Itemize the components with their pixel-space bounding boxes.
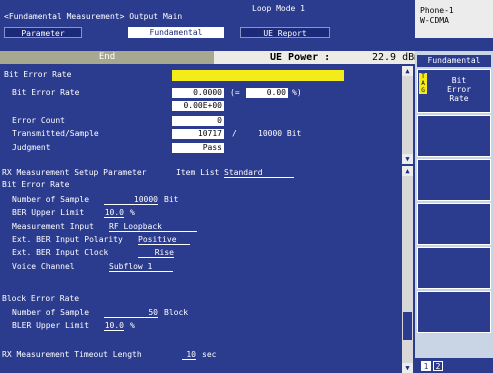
page-1-button[interactable]: 1 [421,361,431,371]
tab-bar: Parameter Fundamental UE Report [0,27,415,38]
scroll-thumb[interactable] [403,312,412,340]
phone-indicator: Phone-1 W-CDMA [415,0,493,38]
ext-clock-label: Ext. BER Input Clock [12,248,109,257]
softkey-5[interactable] [417,247,491,289]
softkey-panel: Fundamental T A G Bit Error Rate 1 2 [415,51,493,373]
scroll-down-icon[interactable]: ▼ [402,363,413,373]
sample-total: 10000 Bit [258,129,302,138]
tx-sample-label: Transmitted/Sample [12,129,99,138]
ber-panel-scrollbar[interactable]: ▲ ▼ [402,66,413,164]
scroll-up-icon[interactable]: ▲ [402,66,413,76]
num-sample-unit: Bit [164,195,179,204]
judgment-label: Judgment [12,143,51,152]
meas-input-label: Measurement Input [12,222,94,231]
ber-upper-label: BER Upper Limit [12,208,85,217]
scroll-up-icon[interactable]: ▲ [402,166,413,176]
rx-setup-panel: RX Measurement Setup Parameter Item List… [0,166,402,373]
meas-input-select[interactable]: RF Loopback [109,222,197,232]
tx-separator: / [232,129,237,138]
tab-ue-report[interactable]: UE Report [240,27,330,38]
ber-value: 0.0000 [172,88,224,98]
bler-num-sample-unit: Block [164,308,189,317]
item-list-select[interactable]: Standard [224,168,294,178]
tx-value: 10717 [172,129,224,139]
ber-exponent-value: 0.00E+00 [172,101,224,111]
num-sample-field[interactable]: 10000 [104,195,158,205]
ber-percent-unit: %) [292,88,302,97]
page-2-button[interactable]: 2 [433,361,443,371]
ext-clock-select[interactable]: Rise [138,248,174,258]
softkey-tag-label: T A G [419,73,427,94]
softkey-4[interactable] [417,203,491,245]
bler-upper-unit: % [130,321,135,330]
system-label: W-CDMA [420,16,449,25]
setup-panel-scrollbar[interactable]: ▲ ▼ [402,166,413,373]
bler-num-sample-field[interactable]: 50 [104,308,158,318]
error-count-label: Error Count [12,116,65,125]
ber-result-panel: Bit Error Rate Bit Error Rate 0.0000 (= … [0,66,402,164]
ext-polarity-select[interactable]: Positive [138,235,190,245]
softkey-bit-error-rate-label: Bit Error Rate [446,76,472,103]
ber-label: Bit Error Rate [12,88,80,97]
ber-paren-open: (= [230,88,240,97]
bler-upper-label: BLER Upper Limit [12,321,90,330]
voice-channel-select[interactable]: Subflow 1 [109,262,173,272]
ber-section-title: Bit Error Rate [2,180,70,189]
softkey-6[interactable] [417,291,491,333]
softkey-2[interactable] [417,115,491,157]
call-state-indicator: End [0,51,214,64]
num-sample-label: Number of Sample [12,195,90,204]
judgment-value: Pass [172,143,224,153]
softkey-menu-title: Fundamental [417,55,491,67]
timeout-field[interactable]: 10 [182,350,196,360]
loop-mode-label: Loop Mode 1 [252,4,305,13]
ber-panel-title: Bit Error Rate [4,70,72,79]
title-highlight-bar [172,70,344,81]
softkey-3[interactable] [417,159,491,201]
title-bar: Loop Mode 1 <Fundamental Measurement> Ou… [0,0,415,38]
softkey-bit-error-rate[interactable]: T A G Bit Error Rate [417,69,491,113]
ue-power-value: 22.9 dBm [372,52,421,63]
ber-percent-value: 0.00 [246,88,288,98]
bler-section-title: Block Error Rate [2,294,80,303]
softkey-page-indicator: 1 2 [415,358,493,373]
ue-power-label: UE Power : [270,52,331,63]
ber-upper-unit: % [130,208,135,217]
setup-header-label: RX Measurement Setup Parameter [2,168,147,177]
error-count-value: 0 [172,116,224,126]
tab-fundamental[interactable]: Fundamental [128,27,224,38]
voice-channel-label: Voice Channel [12,262,75,271]
tab-parameter[interactable]: Parameter [4,27,82,38]
item-list-label: Item List [176,168,220,177]
ber-upper-field[interactable]: 10.0 [104,208,124,218]
screen-title: <Fundamental Measurement> Output Main [4,12,183,21]
scroll-down-icon[interactable]: ▼ [402,154,413,164]
bler-num-sample-label: Number of Sample [12,308,90,317]
ext-polarity-label: Ext. BER Input Polarity [12,235,123,244]
bler-upper-field[interactable]: 10.0 [104,321,124,331]
timeout-unit: sec [202,350,217,359]
timeout-label: RX Measurement Timeout Length [2,350,142,359]
phone-label: Phone-1 [420,6,454,15]
